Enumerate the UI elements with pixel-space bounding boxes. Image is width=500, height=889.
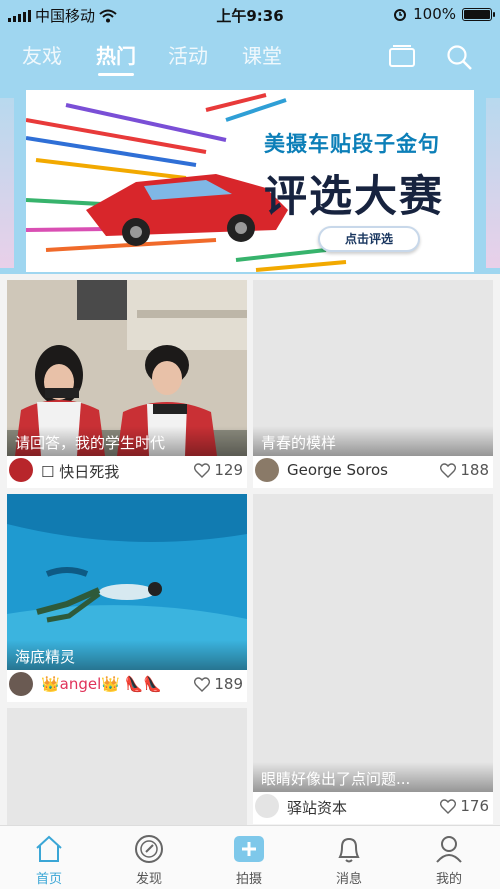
tab-youxi[interactable]: 友戏: [22, 40, 62, 69]
bottom-nav: 首页 发现 拍摄 消息 我的: [0, 825, 500, 889]
discover-icon: [135, 835, 163, 863]
username[interactable]: ☐ 快日死我: [41, 461, 119, 482]
alarm-icon: [394, 9, 407, 21]
tab-remen[interactable]: 热门: [96, 40, 136, 76]
header: 中国移动 上午9:36 100% 友戏 热门 活动 课堂 美摄车贴段子金句 评选…: [0, 0, 500, 274]
battery-icon: [462, 7, 495, 21]
heart-icon: [440, 798, 457, 814]
feed-card[interactable]: 海底精灵 👑angel👑 👠👠 189: [7, 494, 247, 702]
battery-percent: 100%: [413, 5, 456, 23]
avatar[interactable]: [9, 458, 33, 482]
nav-profile[interactable]: 我的: [419, 826, 479, 889]
nav-discover[interactable]: 发现: [119, 826, 179, 889]
banner-cta-button[interactable]: 点击评选: [318, 226, 420, 252]
video-thumbnail[interactable]: 海底精灵: [7, 494, 247, 670]
avatar[interactable]: [255, 794, 279, 818]
feed-card[interactable]: 请回答，我的学生时代 ☐ 快日死我 129: [7, 280, 247, 488]
nav-home[interactable]: 首页: [19, 826, 79, 889]
next-banner-peek[interactable]: [486, 98, 500, 268]
nav-shoot[interactable]: 拍摄: [219, 826, 279, 889]
card-meta: 驿站资本 176: [253, 788, 493, 824]
plus-icon: [234, 836, 264, 862]
tv-icon[interactable]: [388, 44, 416, 70]
like-count[interactable]: 189: [194, 675, 243, 693]
banner-subtitle: 美摄车贴段子金句: [264, 132, 440, 156]
username[interactable]: 👑angel👑 👠👠: [41, 675, 162, 693]
nav-messages[interactable]: 消息: [319, 826, 379, 889]
username[interactable]: 驿站资本: [287, 797, 347, 818]
status-bar: 中国移动 上午9:36 100%: [0, 0, 500, 28]
bell-icon: [338, 837, 360, 863]
video-thumbnail[interactable]: 眼睛好像出了点问题...: [253, 494, 493, 792]
search-icon[interactable]: [446, 44, 474, 72]
user-icon: [436, 836, 462, 863]
banner-title: 评选大赛: [264, 172, 444, 222]
like-count[interactable]: 188: [440, 461, 489, 479]
tab-huodong[interactable]: 活动: [168, 40, 208, 69]
top-tabs: 友戏 热门 活动 课堂: [0, 40, 500, 80]
feed-card-loading[interactable]: [7, 708, 247, 825]
prev-banner-peek[interactable]: [0, 98, 14, 268]
tab-ketang[interactable]: 课堂: [242, 40, 282, 69]
avatar[interactable]: [9, 672, 33, 696]
feed-card[interactable]: 青春的模样 George Soros 188: [253, 280, 493, 488]
avatar[interactable]: [255, 458, 279, 482]
heart-icon: [440, 462, 457, 478]
video-thumbnail[interactable]: 请回答，我的学生时代: [7, 280, 247, 456]
card-meta: George Soros 188: [253, 452, 493, 488]
like-count[interactable]: 129: [194, 461, 243, 479]
like-count[interactable]: 176: [440, 797, 489, 815]
heart-icon: [194, 462, 211, 478]
banner-carousel[interactable]: 美摄车贴段子金句 评选大赛 点击评选: [26, 90, 474, 272]
video-thumbnail[interactable]: 青春的模样: [253, 280, 493, 456]
feed-card[interactable]: 眼睛好像出了点问题... 驿站资本 176: [253, 494, 493, 824]
home-icon: [36, 835, 62, 862]
heart-icon: [194, 676, 211, 692]
card-meta: 👑angel👑 👠👠 189: [7, 666, 247, 702]
card-meta: ☐ 快日死我 129: [7, 452, 247, 488]
username[interactable]: George Soros: [287, 461, 388, 479]
